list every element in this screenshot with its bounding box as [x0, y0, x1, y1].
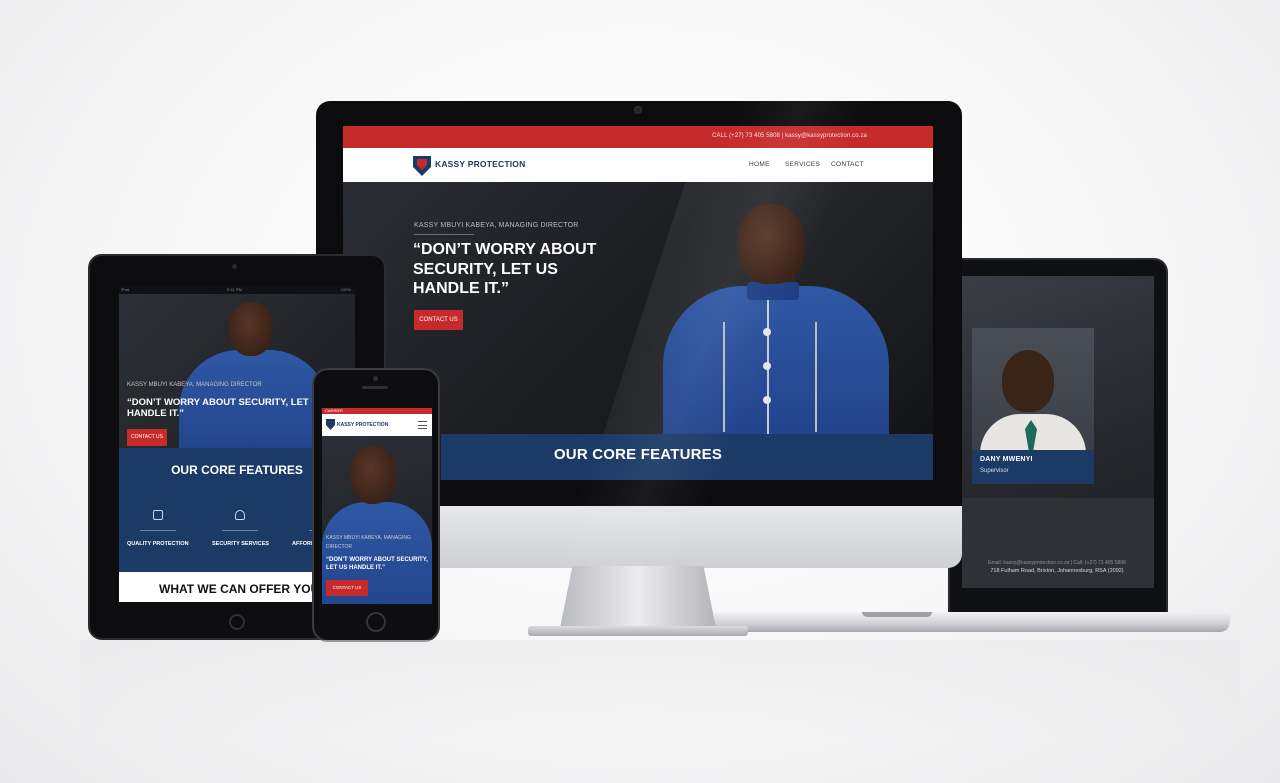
jacket-stripe: [815, 322, 817, 432]
camera-icon: [634, 106, 642, 114]
logo-shield-icon[interactable]: [326, 419, 335, 430]
feature-divider: [140, 530, 176, 531]
footer-address: 718 Fulham Road, Brixton, Johannesburg, …: [990, 568, 1124, 574]
laptop-screen: DANY MWENYI Supervisor Email: kassy@kass…: [962, 276, 1154, 588]
core-features-title: OUR CORE FEATURES: [553, 446, 723, 463]
team-member-name: DANY MWENYI: [980, 456, 1033, 463]
monitor-stand: [560, 566, 716, 628]
team-member-role: Supervisor: [980, 468, 1009, 474]
hero-subtitle: KASSY MBUYI KABEYA, MANAGING DIRECTOR: [414, 222, 579, 229]
phone-hero-section: KASSY MBUYI KABEYA, MANAGING DIRECTOR “D…: [322, 436, 432, 604]
laptop-base: [714, 612, 1230, 632]
phone-screen: CARRIER KASSY PROTECTION KASSY MBUYI KAB…: [322, 408, 432, 604]
contact-us-button[interactable]: CONTACT US: [326, 580, 368, 596]
jacket-button: [763, 396, 771, 404]
monitor-foot: [528, 626, 748, 636]
team-member-card[interactable]: DANY MWENYI Supervisor: [972, 328, 1094, 484]
speaker-grille: [362, 386, 388, 389]
footer-contact-line: Email: kassy@kassyprotection.co.za | Cal…: [988, 560, 1126, 566]
person-collar-shape: [747, 282, 799, 300]
status-carrier: CARRIER: [325, 408, 344, 413]
hero-quote: “DON’T WORRY ABOUT SECURITY, LET US HAND…: [326, 557, 428, 571]
feature-divider: [222, 530, 258, 531]
contact-us-button[interactable]: CONTACT US: [127, 429, 167, 446]
hero-divider: [414, 234, 474, 235]
person-head-shape: [1002, 350, 1054, 412]
site-footer: Email: kassy@kassyprotection.co.za | Cal…: [962, 498, 1154, 588]
status-device: iPad: [121, 287, 130, 292]
jacket-stripe: [723, 322, 725, 432]
camera-icon: [373, 376, 378, 381]
person-head-shape: [738, 204, 804, 284]
home-button-icon: [229, 614, 245, 630]
shield-icon: [153, 510, 163, 520]
top-contact-text[interactable]: CALL (+27) 73 405 5808 | kassy@kassyprot…: [712, 133, 867, 139]
person-head-shape: [229, 302, 273, 356]
tablet-status-bar: iPad 9:41 PM 100%: [119, 286, 355, 294]
status-time: 9:41 PM: [227, 287, 242, 292]
jacket-button: [763, 362, 771, 370]
team-member-photo: [972, 328, 1094, 450]
offer-title: WHAT WE CAN OFFER YOU: [159, 582, 320, 596]
hero-subtitle: KASSY MBUYI KABEYA, MANAGING DIRECTOR: [127, 382, 262, 388]
core-features-banner: OUR CORE FEATURES: [441, 434, 933, 480]
nav-home[interactable]: HOME: [749, 161, 770, 168]
hero-subtitle: KASSY MBUYI KABEYA, MANAGING DIRECTOR: [326, 535, 411, 550]
feature-label: SECURITY SERVICES: [212, 541, 269, 547]
person-head-shape: [350, 446, 396, 504]
logo-text[interactable]: KASSY PROTECTION: [435, 159, 525, 169]
feature-label: QUALITY PROTECTION: [127, 541, 189, 547]
hamburger-menu-bar: [418, 424, 427, 426]
jacket-button: [763, 328, 771, 336]
hero-quote: “DON’T WORRY ABOUT SECURITY, LET US HAND…: [413, 241, 597, 297]
status-battery: 100%: [340, 287, 351, 292]
laptop-notch: [862, 612, 932, 617]
nav-contact[interactable]: CONTACT: [831, 161, 864, 168]
nav-services[interactable]: SERVICES: [785, 161, 820, 168]
top-contact-bar: CALL (+27) 73 405 5808 | kassy@kassyprot…: [343, 126, 933, 148]
logo-text[interactable]: KASSY PROTECTION: [337, 422, 388, 428]
hero-quote: “DON’T WORRY ABOUT SECURITY, LET US HAND…: [127, 397, 325, 419]
home-button-icon: [366, 612, 386, 632]
person-jacket-shape: [663, 286, 889, 434]
team-member-info: DANY MWENYI Supervisor: [972, 450, 1094, 484]
phone-navbar: KASSY PROTECTION: [322, 414, 432, 436]
floor-reflection: [80, 640, 1240, 783]
main-navbar: KASSY PROTECTION HOME SERVICES CONTACT: [343, 148, 933, 182]
user-icon: [235, 510, 245, 520]
camera-icon: [232, 264, 237, 269]
contact-us-button[interactable]: CONTACT US: [414, 310, 463, 330]
